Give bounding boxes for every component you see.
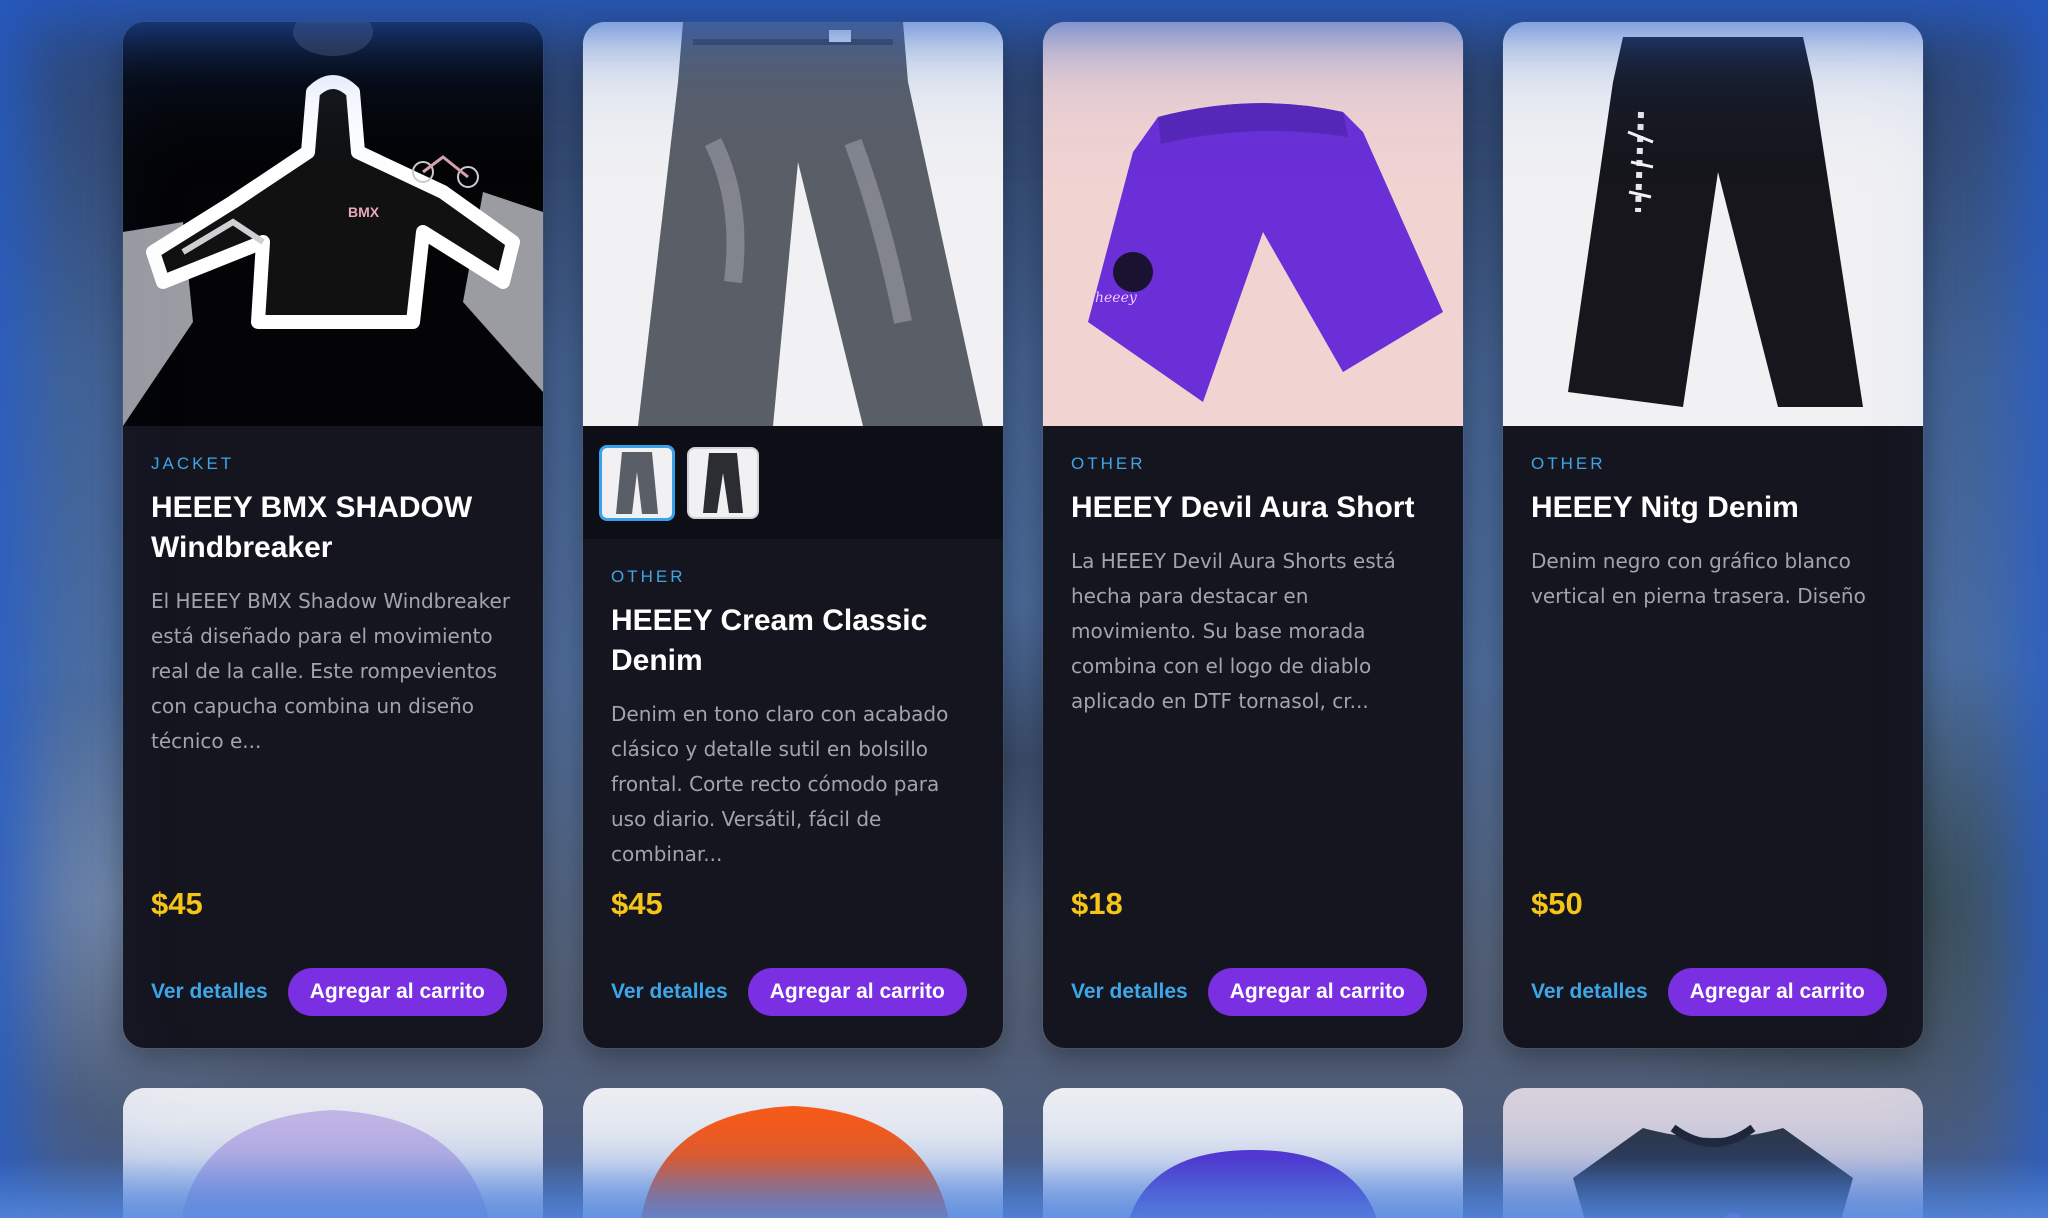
product-category: OTHER (1531, 454, 1606, 473)
product-price: $18 (1071, 886, 1123, 921)
product-title[interactable]: HEEEY Devil Aura Short (1071, 488, 1435, 528)
purple-beanie-image[interactable] (1043, 1088, 1463, 1218)
orange-beanie-image[interactable] (583, 1088, 1003, 1218)
view-details-link[interactable]: Ver detalles (151, 980, 268, 1004)
product-description: Denim negro con gráfico blanco vertical … (1531, 549, 1866, 608)
svg-text:BMX: BMX (348, 204, 380, 220)
lavender-beanie-image[interactable] (123, 1088, 543, 1218)
windbreaker-jacket-image[interactable]: BMX (123, 22, 543, 426)
product-card: OTHER HEEEY Nitg Denim Denim negro con g… (1503, 22, 1923, 1048)
add-to-cart-button[interactable]: Agregar al carrito (1207, 968, 1427, 1016)
product-category: OTHER (1071, 454, 1146, 473)
thumbnail-1[interactable] (599, 444, 675, 521)
add-to-cart-button[interactable]: Agregar al carrito (1667, 968, 1887, 1016)
product-title[interactable]: HEEEY BMX SHADOW Windbreaker (151, 488, 515, 568)
product-grid-row-2 (123, 1088, 1923, 1218)
add-to-cart-button[interactable]: Agregar al carrito (287, 968, 507, 1016)
product-category: JACKET (151, 454, 235, 473)
view-details-link[interactable]: Ver detalles (1071, 980, 1188, 1004)
image-thumbnails (583, 426, 1003, 539)
view-details-link[interactable]: Ver detalles (1531, 980, 1648, 1004)
grey-denim-jeans-image[interactable] (583, 22, 1003, 426)
product-price: $45 (151, 886, 203, 921)
product-title[interactable]: HEEEY Nitg Denim (1531, 488, 1895, 528)
product-description: La HEEEY Devil Aura Shorts está hecha pa… (1071, 549, 1396, 713)
product-card: BMX JACKET HEEEY BMX SHADOW Windbreaker … (123, 22, 543, 1048)
product-category: OTHER (611, 567, 686, 586)
product-card: OTHER HEEEY Cream Classic Denim Denim en… (583, 22, 1003, 1048)
black-tshirt-image[interactable] (1503, 1088, 1923, 1218)
thumbnail-2[interactable] (687, 446, 759, 519)
product-price: $45 (611, 886, 663, 921)
product-title[interactable]: HEEEY Cream Classic Denim (611, 601, 975, 681)
black-denim-jeans-image[interactable] (1503, 22, 1923, 426)
add-to-cart-button[interactable]: Agregar al carrito (747, 968, 967, 1016)
product-description: El HEEEY BMX Shadow Windbreaker está dis… (151, 589, 511, 753)
view-details-link[interactable]: Ver detalles (611, 980, 728, 1004)
product-price: $50 (1531, 886, 1583, 921)
product-grid: BMX JACKET HEEEY BMX SHADOW Windbreaker … (123, 22, 1923, 1048)
product-description: Denim en tono claro con acabado clásico … (611, 702, 949, 866)
product-card: heeey OTHER HEEEY Devil Aura Short La HE… (1043, 22, 1463, 1048)
svg-text:heeey: heeey (1095, 290, 1138, 306)
purple-shorts-image[interactable]: heeey (1043, 22, 1463, 426)
